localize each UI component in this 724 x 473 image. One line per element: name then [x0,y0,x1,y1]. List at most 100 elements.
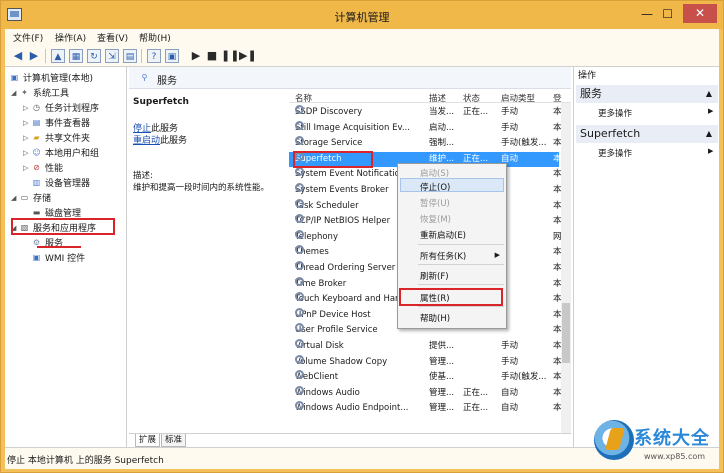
table-row[interactable]: Storage Service 强制... 手动(触发... 本 [289,136,561,151]
menu-help[interactable]: 帮助(H) [139,31,171,44]
context-resume[interactable]: 恢复(M) [420,213,451,225]
minimize-button[interactable]: — [641,7,653,21]
collapse-arrow-icon[interactable]: ◢ [11,194,19,202]
table-row[interactable]: Volume Shadow Copy 管理... 手动 本 [289,354,561,370]
column-name[interactable]: 名称 [295,92,312,104]
more-actions-services[interactable]: 更多操作 ▶ [598,107,713,119]
expand-arrow-icon[interactable]: ▷ [23,119,31,127]
service-logon: 网 [553,231,561,242]
collapse-up-icon[interactable]: ▲ [706,85,712,103]
actions-section-services[interactable]: 服务 ▲ [576,85,718,103]
clock-icon: ◷ [33,102,40,112]
refresh-icon[interactable]: ↻ [87,49,101,63]
service-logon: 本 [553,185,561,195]
watermark: 系统大全 www.xp85.com [586,418,724,473]
tree-node-wmi-control[interactable]: ▣ WMI 控件 [31,251,85,265]
gear-icon [295,261,304,270]
table-row[interactable]: Windows Audio 管理... 正在... 自动 本 [289,385,561,401]
context-help[interactable]: 帮助(H) [420,312,450,324]
context-pause[interactable]: 暂停(U) [420,197,450,209]
menu-action[interactable]: 操作(A) [55,31,86,44]
properties-icon[interactable]: ▤ [123,49,137,63]
context-separator [418,306,504,307]
highlight-underline-services [37,246,81,248]
table-row[interactable]: Still Image Acquisition Ev... 启动... 手动 本 [289,120,561,136]
service-logon: 本 [553,294,561,305]
service-startup-type: 手动(触发... [501,372,547,383]
collapse-up-icon[interactable]: ▲ [706,125,712,143]
actions-section-superfetch[interactable]: Superfetch ▲ [576,125,718,143]
restart-service-link[interactable]: 重启动此服务 [133,133,187,146]
column-status[interactable]: 状态 [463,92,480,104]
play-icon[interactable]: ▶ [189,49,203,63]
tree-node-computer-management[interactable]: ▣ 计算机管理(本地) [9,71,93,85]
description-label: 描述: [133,171,153,181]
scrollbar-thumb[interactable] [562,303,570,363]
context-stop[interactable]: 停止(O) [420,181,450,193]
highlight-box-services-and-apps [11,218,115,235]
gear-icon [295,307,304,317]
tree-node-event-viewer[interactable]: ▷ ▤ 事件查看器 [23,116,90,130]
service-logon: 本 [553,247,561,258]
column-startup-type[interactable]: 启动类型 [501,92,535,104]
table-row[interactable]: Windows Audio Endpoint... 管理... 正在... 自动 本 [289,401,561,416]
table-row[interactable]: SSDP Discovery 当发... 正在... 手动 本 [289,105,561,120]
service-logon: 本 [553,107,561,117]
service-logon: 本 [553,356,561,367]
expand-arrow-icon[interactable]: ▷ [23,149,31,157]
context-start[interactable]: 启动(S) [420,167,449,179]
menu-file[interactable]: 文件(F) [13,31,43,44]
service-logon: 本 [553,153,561,164]
tools-icon: ✦ [21,87,28,97]
storage-icon: ▭ [20,192,29,202]
tree-node-storage[interactable]: ◢ ▭ 存储 [11,191,51,205]
tree-node-task-scheduler[interactable]: ▷ ◷ 任务计划程序 [23,101,99,115]
context-refresh[interactable]: 刷新(F) [420,270,449,282]
show-hide-icon[interactable]: ▣ [165,49,179,63]
pause-icon[interactable]: ❚❚ [221,49,239,63]
stop-icon[interactable]: ■ [205,49,219,63]
event-icon: ▤ [32,117,41,127]
service-name: SSDP Discovery [295,105,363,117]
service-name: Windows Audio [295,385,360,398]
service-logon: 本 [553,403,561,414]
search-icon: ⚲ [141,73,148,82]
context-restart[interactable]: 重新启动(E) [420,229,466,241]
tree-node-local-users[interactable]: ▷ ☺ 本地用户和组 [23,146,99,160]
up-folder-icon[interactable]: ▲ [51,49,65,63]
expand-arrow-icon[interactable]: ▷ [23,104,31,112]
table-row[interactable]: Virtual Disk 提供... 手动 本 [289,339,561,354]
column-description[interactable]: 描述 [429,92,446,104]
client-area: ▣ 计算机管理(本地) ◢ ✦ 系统工具 ▷ ◷ 任务计划程序 ▷ ▤ 事件查看器 ▷ ▰ 共享文… [5,67,719,447]
service-logon: 本 [553,263,561,273]
forward-arrow-icon[interactable]: ▶ [27,49,41,63]
tab-extended[interactable]: 扩展 [135,434,161,447]
maximize-button[interactable]: ☐ [662,7,673,21]
service-startup-type: 手动(触发... [501,138,547,149]
menu-view[interactable]: 查看(V) [97,31,128,44]
expand-arrow-icon[interactable]: ▷ [23,164,31,172]
close-button[interactable]: ✕ [683,4,717,23]
tree-node-shared-folders[interactable]: ▷ ▰ 共享文件夹 [23,131,90,145]
more-actions-superfetch[interactable]: 更多操作 ▶ [598,147,713,159]
restart-icon[interactable]: ▶❚ [239,49,257,63]
services-list-header: 名称 描述 状态 启动类型 登 [289,89,571,104]
tree-node-system-tools[interactable]: ◢ ✦ 系统工具 [11,86,69,100]
tab-standard[interactable]: 标准 [161,434,187,447]
submenu-arrow-icon: ▶ [708,107,714,115]
tree-node-device-manager[interactable]: ▥ 设备管理器 [31,176,90,190]
pane-title: 服务 [157,76,177,87]
tree-node-performance[interactable]: ▷ ⊘ 性能 [23,161,63,175]
back-arrow-icon[interactable]: ◀ [11,49,25,63]
table-row[interactable]: WebClient 使基... 手动(触发... 本 [289,370,561,385]
context-all-tasks[interactable]: 所有任务(K) [420,250,466,262]
collapse-arrow-icon[interactable]: ◢ [11,89,19,97]
export-icon[interactable]: ⇲ [105,49,119,63]
vertical-scrollbar[interactable] [561,103,571,433]
expand-arrow-icon[interactable]: ▷ [23,134,31,142]
help-icon[interactable]: ? [147,49,161,63]
console-tree-icon[interactable]: ▦ [69,49,83,63]
submenu-arrow-icon: ▶ [708,147,714,155]
service-name: Storage Service [295,136,363,149]
service-logon: 本 [553,341,561,351]
